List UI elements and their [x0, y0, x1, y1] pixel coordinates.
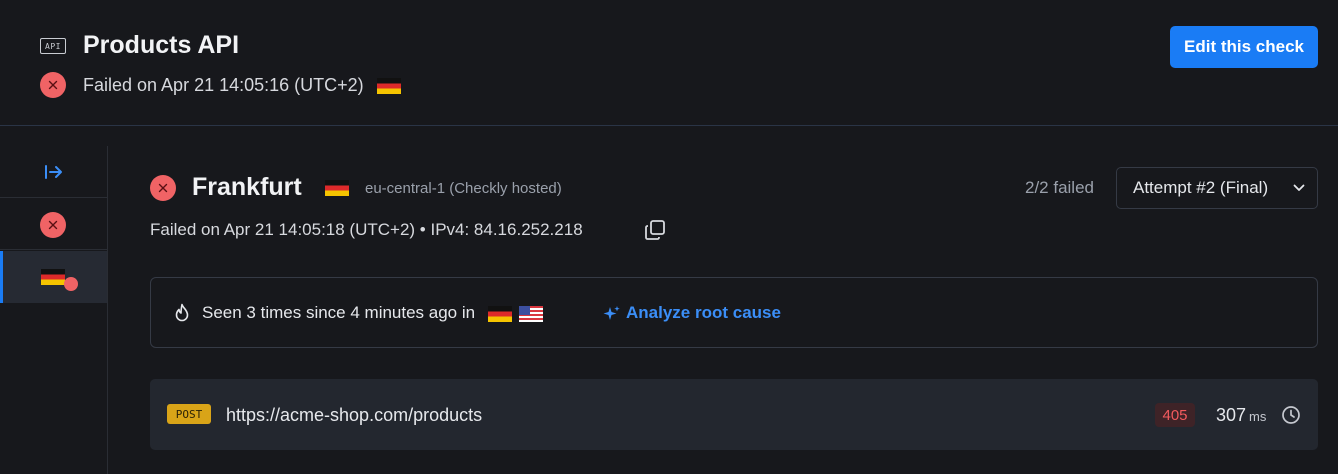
check-status-text: Failed on Apr 21 14:05:16 (UTC+2): [83, 75, 364, 95]
request-duration: 307 ms: [1216, 405, 1266, 426]
flame-icon: [175, 303, 189, 322]
fail-icon: [150, 175, 176, 201]
api-icon: API: [40, 38, 66, 54]
edit-check-button[interactable]: Edit this check: [1170, 26, 1318, 68]
page-title: Products API: [83, 31, 240, 59]
expand-panel-icon: [44, 164, 62, 179]
germany-flag-icon: [487, 305, 512, 322]
location-title: Frankfurt: [192, 173, 302, 201]
check-status-line: Failed on Apr 21 14:05:16 (UTC+2): [83, 75, 401, 96]
sidebar-item-frankfurt[interactable]: [0, 251, 107, 303]
germany-flag-icon: [325, 180, 349, 196]
failure-dot-icon: [64, 277, 78, 291]
us-flag-icon: [518, 305, 543, 322]
attempts-summary: 2/2 failed: [1025, 178, 1094, 197]
attempt-sidebar: [0, 146, 108, 474]
check-header: API Products API Failed on Apr 21 14:05:…: [0, 0, 1338, 125]
request-row[interactable]: POST https://acme-shop.com/products 405 …: [150, 379, 1318, 450]
fail-icon: [40, 72, 66, 98]
sparkle-icon: [603, 306, 620, 320]
analyze-root-cause-link[interactable]: Analyze root cause: [626, 303, 781, 323]
insight-panel: Seen 3 times since 4 minutes ago in Anal…: [150, 277, 1318, 348]
chevron-down-icon: [1293, 184, 1305, 191]
fail-icon: [40, 212, 66, 238]
germany-flag-icon: [376, 78, 401, 95]
header-divider: [0, 125, 1338, 126]
duration-unit: ms: [1249, 409, 1267, 424]
status-code-badge: 405: [1155, 403, 1195, 427]
attempt-select-value: Attempt #2 (Final): [1133, 178, 1269, 197]
region-label: eu-central-1 (Checkly hosted): [365, 180, 562, 197]
expand-panel-button[interactable]: [0, 146, 107, 198]
duration-value: 307: [1216, 405, 1247, 425]
copy-icon[interactable]: [644, 219, 666, 241]
request-url: https://acme-shop.com/products: [226, 405, 483, 425]
insight-text: Seen 3 times since 4 minutes ago in: [202, 303, 543, 323]
attempt-select[interactable]: Attempt #2 (Final): [1116, 167, 1318, 209]
insight-message: Seen 3 times since 4 minutes ago in: [202, 303, 476, 322]
germany-flag-icon: [41, 269, 65, 285]
clock-icon: [1282, 406, 1300, 424]
method-badge: POST: [167, 404, 211, 424]
active-indicator: [0, 251, 3, 303]
sidebar-item-result[interactable]: [0, 198, 107, 250]
run-details: Failed on Apr 21 14:05:18 (UTC+2) • IPv4…: [150, 220, 583, 239]
